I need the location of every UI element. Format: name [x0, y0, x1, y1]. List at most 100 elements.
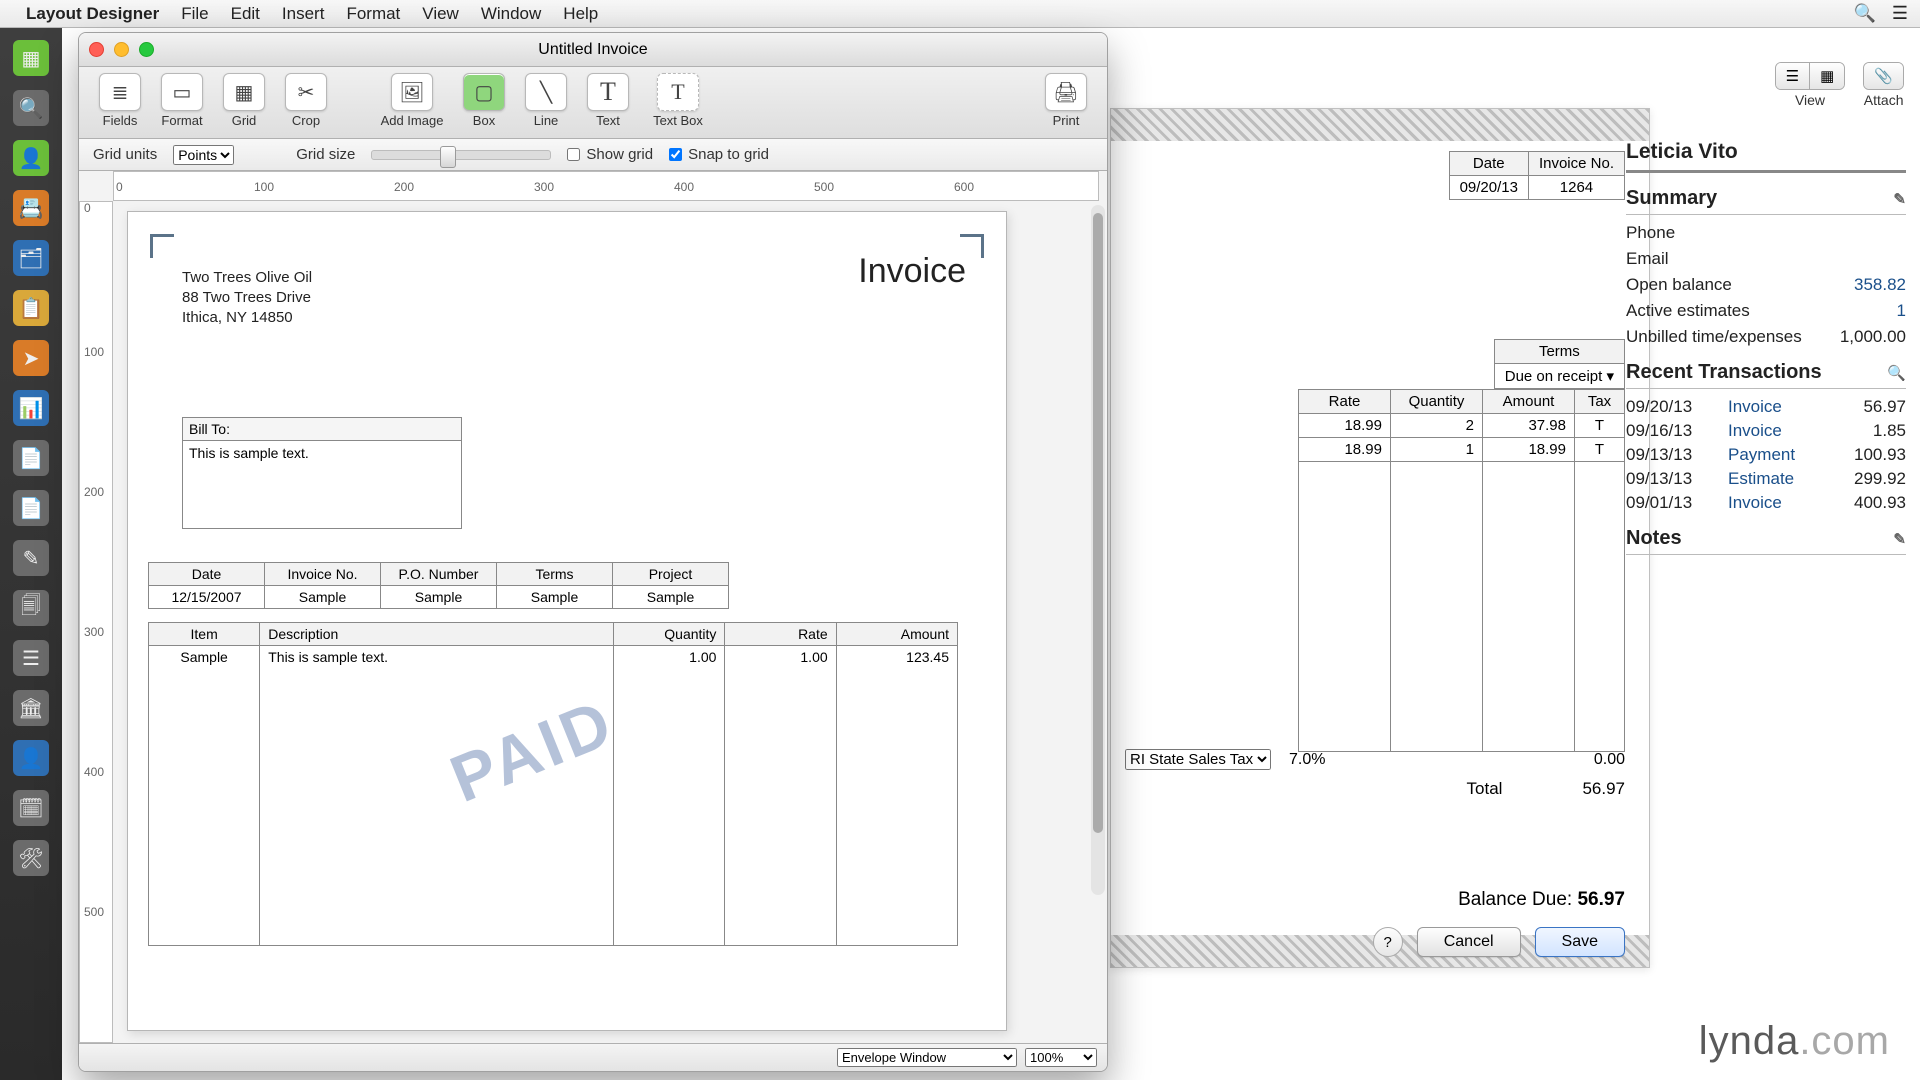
item-cell[interactable]: 1.00 [614, 646, 725, 946]
minimize-window-icon[interactable] [114, 42, 129, 57]
dock-item[interactable]: 👤 [13, 140, 49, 176]
item-cell[interactable]: Sample [149, 646, 260, 946]
bill-to-box[interactable]: Bill To: This is sample text. [182, 417, 462, 529]
transaction-row[interactable]: 09/01/13 Invoice 400.93 [1626, 493, 1906, 513]
cell-rate[interactable]: 18.99 [1299, 414, 1391, 438]
transaction-row[interactable]: 09/13/13 Payment 100.93 [1626, 445, 1906, 465]
dock-item[interactable]: 🏛 [13, 690, 49, 726]
edit-notes-icon[interactable]: ✎ [1893, 530, 1906, 548]
text-box-icon[interactable]: T [657, 73, 699, 111]
transaction-row[interactable]: 09/13/13 Estimate 299.92 [1626, 469, 1906, 489]
tx-type[interactable]: Invoice [1728, 397, 1851, 417]
window-titlebar[interactable]: Untitled Invoice [79, 33, 1107, 67]
search-transactions-icon[interactable]: 🔍 [1887, 364, 1906, 382]
dock-item[interactable]: 👤 [13, 740, 49, 776]
notification-center-icon[interactable]: ☰ [1892, 3, 1908, 24]
spotlight-icon[interactable]: 🔍 [1853, 3, 1875, 24]
menu-help[interactable]: Help [563, 4, 598, 24]
help-button[interactable]: ? [1373, 927, 1403, 957]
dock-item[interactable]: 🗐 [13, 590, 49, 626]
print-icon[interactable]: 🖨 [1045, 73, 1087, 111]
dock-item[interactable]: 🔍 [13, 90, 49, 126]
app-name[interactable]: Layout Designer [26, 4, 159, 24]
zoom-select[interactable]: 100% [1025, 1048, 1097, 1067]
edit-summary-icon[interactable]: ✎ [1893, 190, 1906, 208]
transaction-row[interactable]: 09/20/13 Invoice 56.97 [1626, 397, 1906, 417]
box-icon[interactable]: ▢ [463, 73, 505, 111]
dock-item[interactable]: 📄 [13, 440, 49, 476]
menu-insert[interactable]: Insert [282, 4, 325, 24]
text-icon[interactable]: T [587, 73, 629, 111]
menu-window[interactable]: Window [481, 4, 541, 24]
add-image-icon[interactable]: 🖼 [391, 73, 433, 111]
cancel-button[interactable]: Cancel [1417, 927, 1521, 957]
dock-item[interactable]: 📄 [13, 490, 49, 526]
meta-value[interactable]: 12/15/2007 [149, 586, 265, 609]
zoom-window-icon[interactable] [139, 42, 154, 57]
menu-view[interactable]: View [422, 4, 459, 24]
invoice-title[interactable]: Invoice [858, 252, 966, 291]
view-list-icon[interactable]: ☰ [1776, 63, 1809, 89]
view-grid-icon[interactable]: ▦ [1809, 63, 1844, 89]
tx-type[interactable]: Payment [1728, 445, 1842, 465]
cell-qty[interactable]: 1 [1391, 438, 1483, 462]
date-value[interactable]: 09/20/13 [1449, 176, 1528, 200]
cell-qty[interactable]: 2 [1391, 414, 1483, 438]
dock-item[interactable]: 📊 [13, 390, 49, 426]
dock-item[interactable]: 📋 [13, 290, 49, 326]
show-grid-checkbox[interactable]: Show grid [567, 146, 653, 163]
line-icon[interactable]: ╲ [525, 73, 567, 111]
show-grid-input[interactable] [567, 148, 580, 161]
terms-value[interactable]: Due on receipt ▾ [1494, 364, 1624, 389]
dock-item[interactable]: ➤ [13, 340, 49, 376]
cell-tax[interactable]: T [1575, 414, 1625, 438]
cell-amt[interactable]: 37.98 [1483, 414, 1575, 438]
invoice-meta-table[interactable]: Date Invoice No. P.O. Number Terms Proje… [148, 562, 729, 609]
dock-item[interactable]: 🗂 [13, 240, 49, 276]
dock-item[interactable]: 🗓 [13, 790, 49, 826]
company-address[interactable]: Two Trees Olive Oil 88 Two Trees Drive I… [182, 268, 312, 328]
close-window-icon[interactable] [89, 42, 104, 57]
snap-to-grid-input[interactable] [669, 148, 682, 161]
line-row[interactable]: 18.99 2 37.98 T [1299, 414, 1625, 438]
save-button[interactable]: Save [1535, 927, 1625, 957]
line-row[interactable]: 18.99 1 18.99 T [1299, 438, 1625, 462]
menu-edit[interactable]: Edit [231, 4, 260, 24]
grid-icon[interactable]: ▦ [223, 73, 265, 111]
transaction-row[interactable]: 09/16/13 Invoice 1.85 [1626, 421, 1906, 441]
menu-format[interactable]: Format [346, 4, 400, 24]
meta-value[interactable]: Sample [381, 586, 497, 609]
item-cell[interactable]: 1.00 [725, 646, 836, 946]
meta-value[interactable]: Sample [265, 586, 381, 609]
tx-type[interactable]: Invoice [1728, 493, 1842, 513]
invoice-no-value[interactable]: 1264 [1528, 176, 1624, 200]
format-icon[interactable]: ▭ [161, 73, 203, 111]
dock-item[interactable]: ▦ [13, 40, 49, 76]
dock-item[interactable]: ☰ [13, 640, 49, 676]
tax-select[interactable]: RI State Sales Tax [1125, 749, 1271, 770]
layout-page[interactable]: Invoice Two Trees Olive Oil 88 Two Trees… [127, 211, 1007, 1031]
dock-item[interactable]: 📇 [13, 190, 49, 226]
cell-amt[interactable]: 18.99 [1483, 438, 1575, 462]
dock-item[interactable]: 🛠 [13, 840, 49, 876]
envelope-preset-select[interactable]: Envelope Window [837, 1048, 1017, 1067]
vertical-scrollbar[interactable] [1091, 205, 1105, 895]
dock-item[interactable]: ✎ [13, 540, 49, 576]
cell-tax[interactable]: T [1575, 438, 1625, 462]
view-toggle[interactable]: ☰ ▦ [1775, 62, 1846, 90]
tx-type[interactable]: Invoice [1728, 421, 1861, 441]
meta-value[interactable]: Sample [497, 586, 613, 609]
meta-value[interactable]: Sample [613, 586, 729, 609]
item-cell[interactable]: This is sample text. [260, 646, 614, 946]
snap-to-grid-checkbox[interactable]: Snap to grid [669, 146, 769, 163]
menu-file[interactable]: File [181, 4, 208, 24]
item-cell[interactable]: 123.45 [836, 646, 957, 946]
invoice-items-table[interactable]: Item Description Quantity Rate Amount Sa… [148, 622, 958, 946]
attach-button[interactable]: 📎 [1863, 62, 1904, 90]
grid-units-select[interactable]: Points [173, 145, 234, 165]
grid-size-slider[interactable] [371, 150, 551, 160]
crop-icon[interactable]: ✂ [285, 73, 327, 111]
tx-type[interactable]: Estimate [1728, 469, 1842, 489]
cell-rate[interactable]: 18.99 [1299, 438, 1391, 462]
canvas[interactable]: 0100200 300400500 600 0100200 300400500 … [79, 171, 1107, 1043]
